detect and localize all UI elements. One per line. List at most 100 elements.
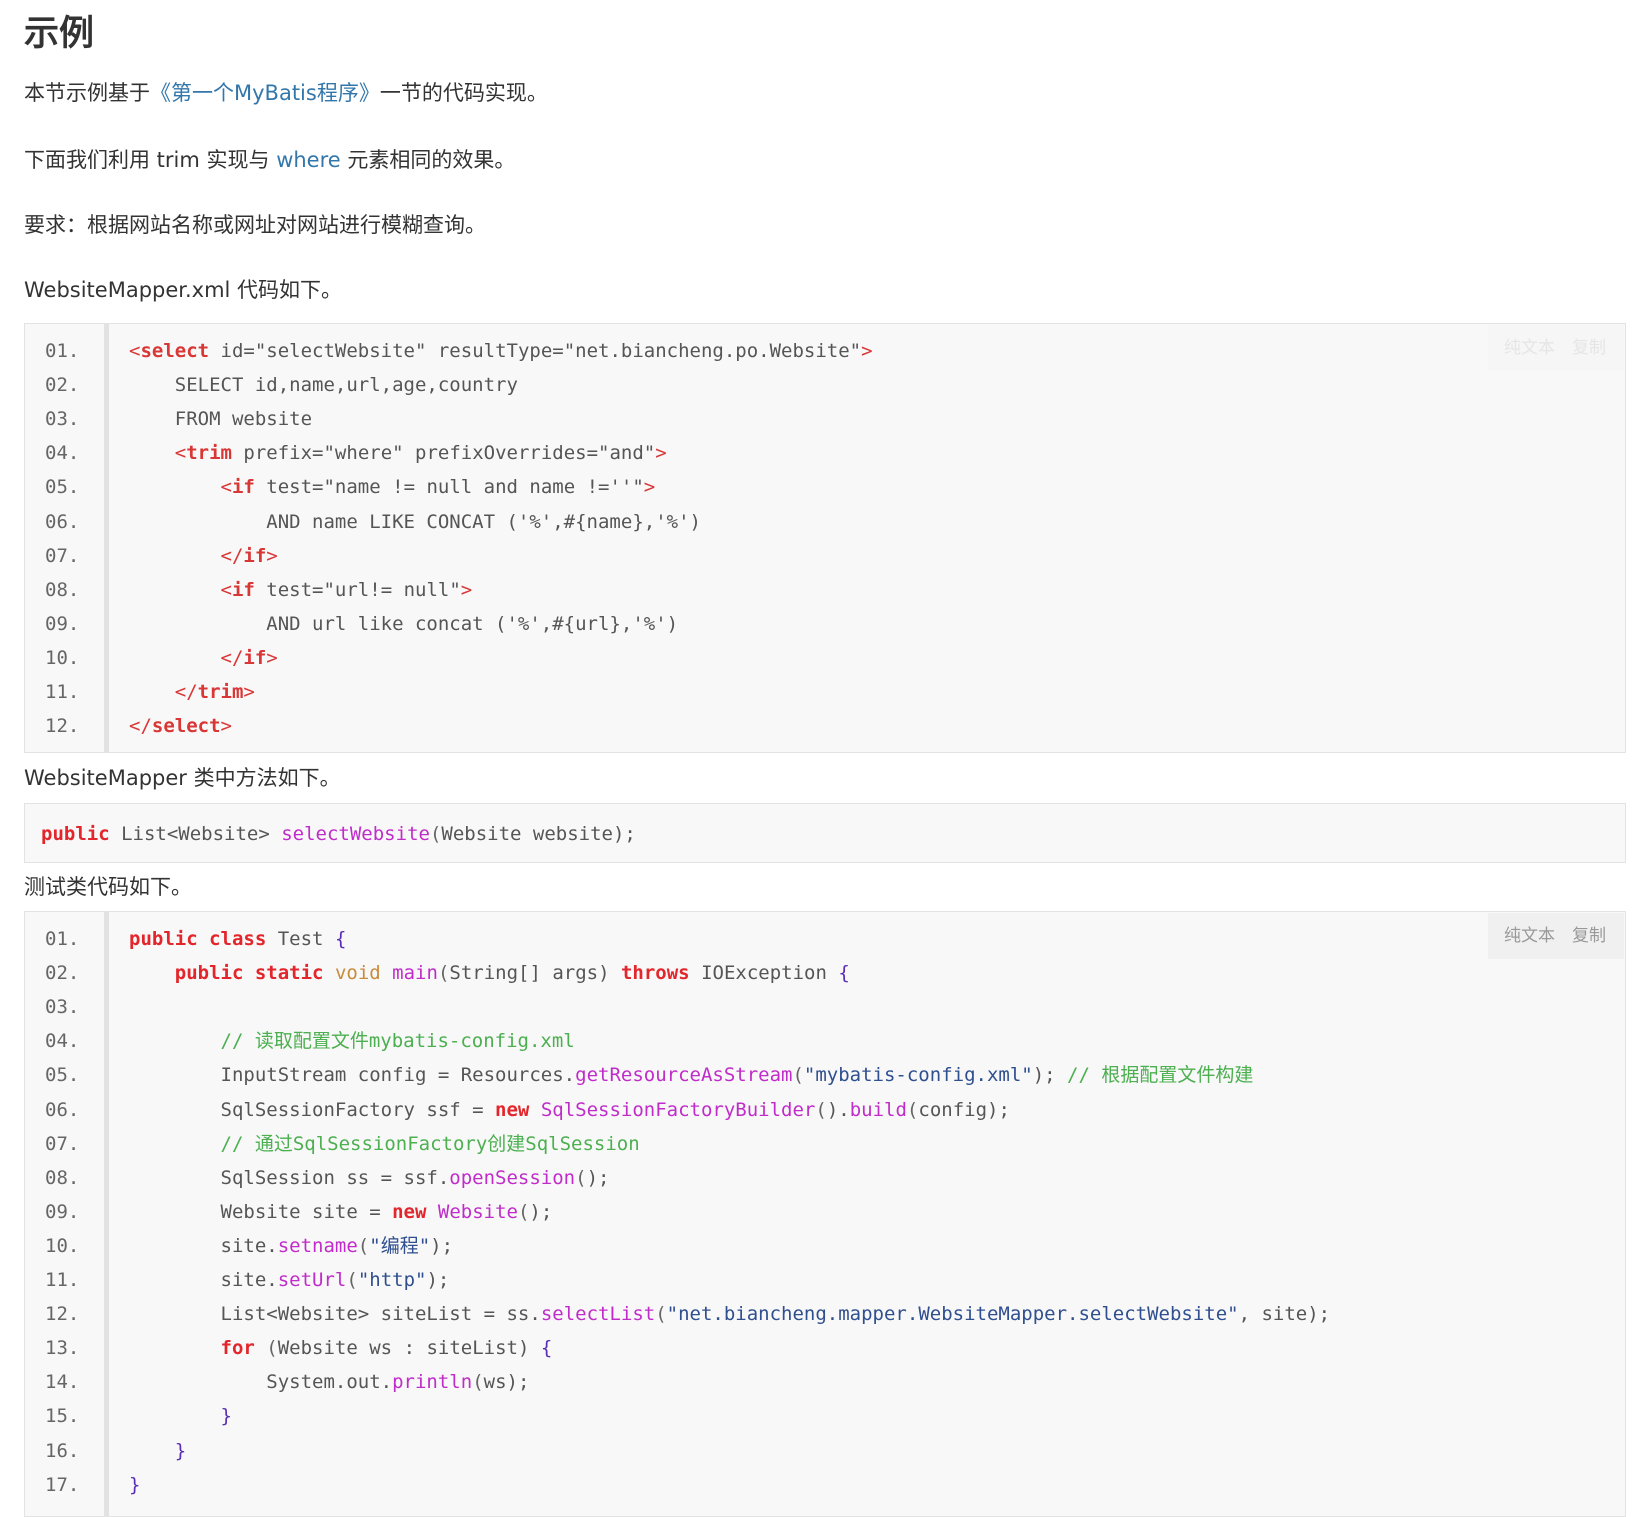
code-text: } [220,1405,232,1428]
code-line: 15. } [25,1399,1625,1433]
line-number: 03. [45,408,80,431]
line-number: 08. [45,578,80,601]
code-line: 02. SELECT id,name,url,age,country [25,368,1625,402]
code-line: 14. System.out.println(ws); [25,1365,1625,1399]
test-caption: 测试类代码如下。 [24,875,192,899]
code-text: FROM website [129,408,313,431]
line-number: 08. [45,1166,80,1189]
line-number: 06. [45,510,80,533]
line-number: 02. [45,962,80,985]
line-number: 13. [45,1337,80,1360]
code-line: 16. } [25,1434,1625,1468]
trim-after: 元素相同的效果。 [340,148,516,172]
code-text: site.setUrl("http"); [129,1269,450,1291]
trim-before: 下面我们利用 trim 实现与 [24,148,277,172]
intro-before: 本节示例基于 [24,81,150,105]
code-text: <trim prefix="where" prefixOverrides="an… [174,442,667,465]
code-text: </trim> [174,681,255,703]
code-line: 05. InputStream config = Resources.getRe… [25,1058,1625,1092]
code-text: List<Website> siteList = ss.selectList("… [129,1303,1331,1326]
code-line: 11. </trim> [25,675,1625,709]
line-number: 10. [45,1234,80,1257]
code-text: // 读取配置文件mybatis-config.xml [220,1030,575,1053]
code-line: 07. // 通过SqlSessionFactory创建SqlSession [25,1127,1625,1161]
code-text: Website site = new Website(); [129,1200,553,1223]
code-line: 12. </select> [25,709,1625,743]
code-line: public List<Website> selectWebsite(Websi… [25,817,1625,851]
code-line: 01. <select id="selectWebsite" resultType… [25,334,1625,368]
code-text: </select> [129,715,232,738]
code-text: } [174,1439,187,1462]
code-text: <select id="selectWebsite" resultType="n… [129,340,873,362]
code-line: 09. AND url like concat ('%',#{url},'%') [25,607,1625,641]
xml-code-block: 纯文本 复制 01. <select id="selectWebsite" res… [24,323,1626,753]
line-number: 16. [45,1439,80,1462]
code-line: 12. List<Website> siteList = ss.selectLi… [25,1297,1625,1331]
line-number: 15. [45,1405,80,1428]
line-number: 17. [45,1473,80,1496]
line-number: 06. [45,1098,80,1121]
line-number: 11. [45,681,80,703]
code-text: <if test="name != null and name !=''"> [220,476,656,499]
code-line: 06. AND name LIKE CONCAT ('%',#{name},'%… [25,505,1625,539]
code-text: SELECT id,name,url,age,country [129,374,518,397]
line-number: 09. [45,1200,80,1223]
line-number: 03. [45,996,80,1019]
requirement-paragraph: 要求：根据网站名称或网址对网站进行模糊查询。 [24,213,486,237]
line-number: 01. [45,928,80,950]
line-number: 07. [45,1132,80,1155]
code-line: 04. <trim prefix="where" prefixOverrides… [25,436,1625,470]
code-text: <if test="url!= null"> [220,578,473,601]
code-line: 07. </if> [25,539,1625,573]
code-line: 06. SqlSessionFactory ssf = new SqlSessi… [25,1093,1625,1127]
line-number: 05. [45,476,80,499]
line-number: 14. [45,1371,80,1394]
code-line: 05. <if test="name != null and name !=''… [25,470,1625,504]
code-text: // 通过SqlSessionFactory创建SqlSession [220,1132,640,1155]
first-mybatis-program-link[interactable]: 《第一个MyBatis程序》 [150,81,380,105]
code-text: public static void main(String[] args) t… [174,962,850,985]
line-number: 10. [45,646,80,669]
code-text: for (Website ws : siteList) { [220,1337,553,1360]
code-line: 08. SqlSession ss = ssf.openSession(); [25,1161,1625,1195]
code-line: 03. FROM website [25,402,1625,436]
line-number: 09. [45,612,80,635]
code-text: </if> [220,544,278,567]
line-number: 02. [45,374,80,397]
intro-after: 一节的代码实现。 [379,81,548,105]
code-line: 02. public static void main(String[] arg… [25,956,1625,990]
trim-paragraph: 下面我们利用 trim 实现与 where 元素相同的效果。 [24,145,515,175]
xml-caption: WebsiteMapper.xml 代码如下。 [24,278,343,302]
code-text: System.out.println(ws); [129,1371,530,1394]
code-text: AND url like concat ('%',#{url},'%') [129,612,679,635]
code-line: 09. Website site = new Website(); [25,1195,1625,1229]
code-text: public class Test { [129,928,347,950]
where-link[interactable]: where [276,148,341,172]
code-text: InputStream config = Resources.getResour… [129,1064,1254,1087]
code-line: 11. site.setUrl("http"); [25,1263,1625,1297]
line-number: 05. [45,1064,80,1087]
mapper-code-block: public List<Website> selectWebsite(Websi… [24,803,1626,863]
code-text: site.setname("编程"); [129,1234,454,1257]
code-line: 10. site.setname("编程"); [25,1229,1625,1263]
code-text: } [129,1473,141,1496]
code-line: 17.} [25,1468,1625,1502]
line-number: 01. [45,340,80,362]
line-number: 11. [45,1269,80,1291]
code-line: 03. [25,990,1625,1024]
line-number: 12. [45,715,80,738]
line-number: 07. [45,544,80,567]
test-code-block: 纯文本 复制 01. public class Test {02. public … [24,911,1626,1517]
code-line: 04. // 读取配置文件mybatis-config.xml [25,1024,1625,1058]
line-number: 04. [45,442,80,465]
code-text: SqlSessionFactory ssf = new SqlSessionFa… [129,1098,1010,1121]
code-line: 10. </if> [25,641,1625,675]
code-line: 08. <if test="url!= null"> [25,573,1625,607]
code-text: AND name LIKE CONCAT ('%',#{name},'%') [129,510,701,533]
code-line: 13. for (Website ws : siteList) { [25,1331,1625,1365]
line-number: 04. [45,1030,80,1053]
intro-paragraph: 本节示例基于《第一个MyBatis程序》一节的代码实现。 [24,78,548,108]
page-title: 示例 [24,14,95,54]
line-number: 12. [45,1303,80,1326]
code-text: public List<Website> selectWebsite(Websi… [41,823,636,845]
